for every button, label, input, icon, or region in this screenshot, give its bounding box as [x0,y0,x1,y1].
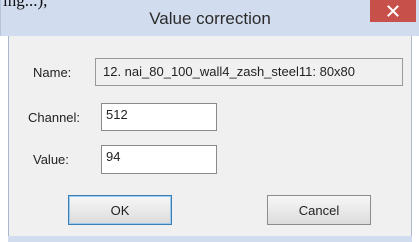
value-input[interactable]: 94 [101,145,217,174]
title-bar[interactable]: ing...), Value correction [0,0,419,36]
channel-label: Channel: [28,110,81,125]
dialog-bottom-border [8,236,412,242]
ok-button[interactable]: OK [68,195,172,225]
name-display: 12. nai_80_100_wall4_zash_steel11: 80x80 [95,58,403,86]
close-button[interactable] [370,0,416,22]
cancel-button[interactable]: Cancel [267,195,371,225]
value-label: Value: [33,152,69,167]
name-label: Name: [33,65,72,80]
value-correction-dialog: ing...), Value correction Name: 12. nai_… [0,0,419,242]
dialog-title: Value correction [149,9,271,28]
close-icon [387,5,399,17]
channel-input[interactable]: 512 [101,103,217,131]
